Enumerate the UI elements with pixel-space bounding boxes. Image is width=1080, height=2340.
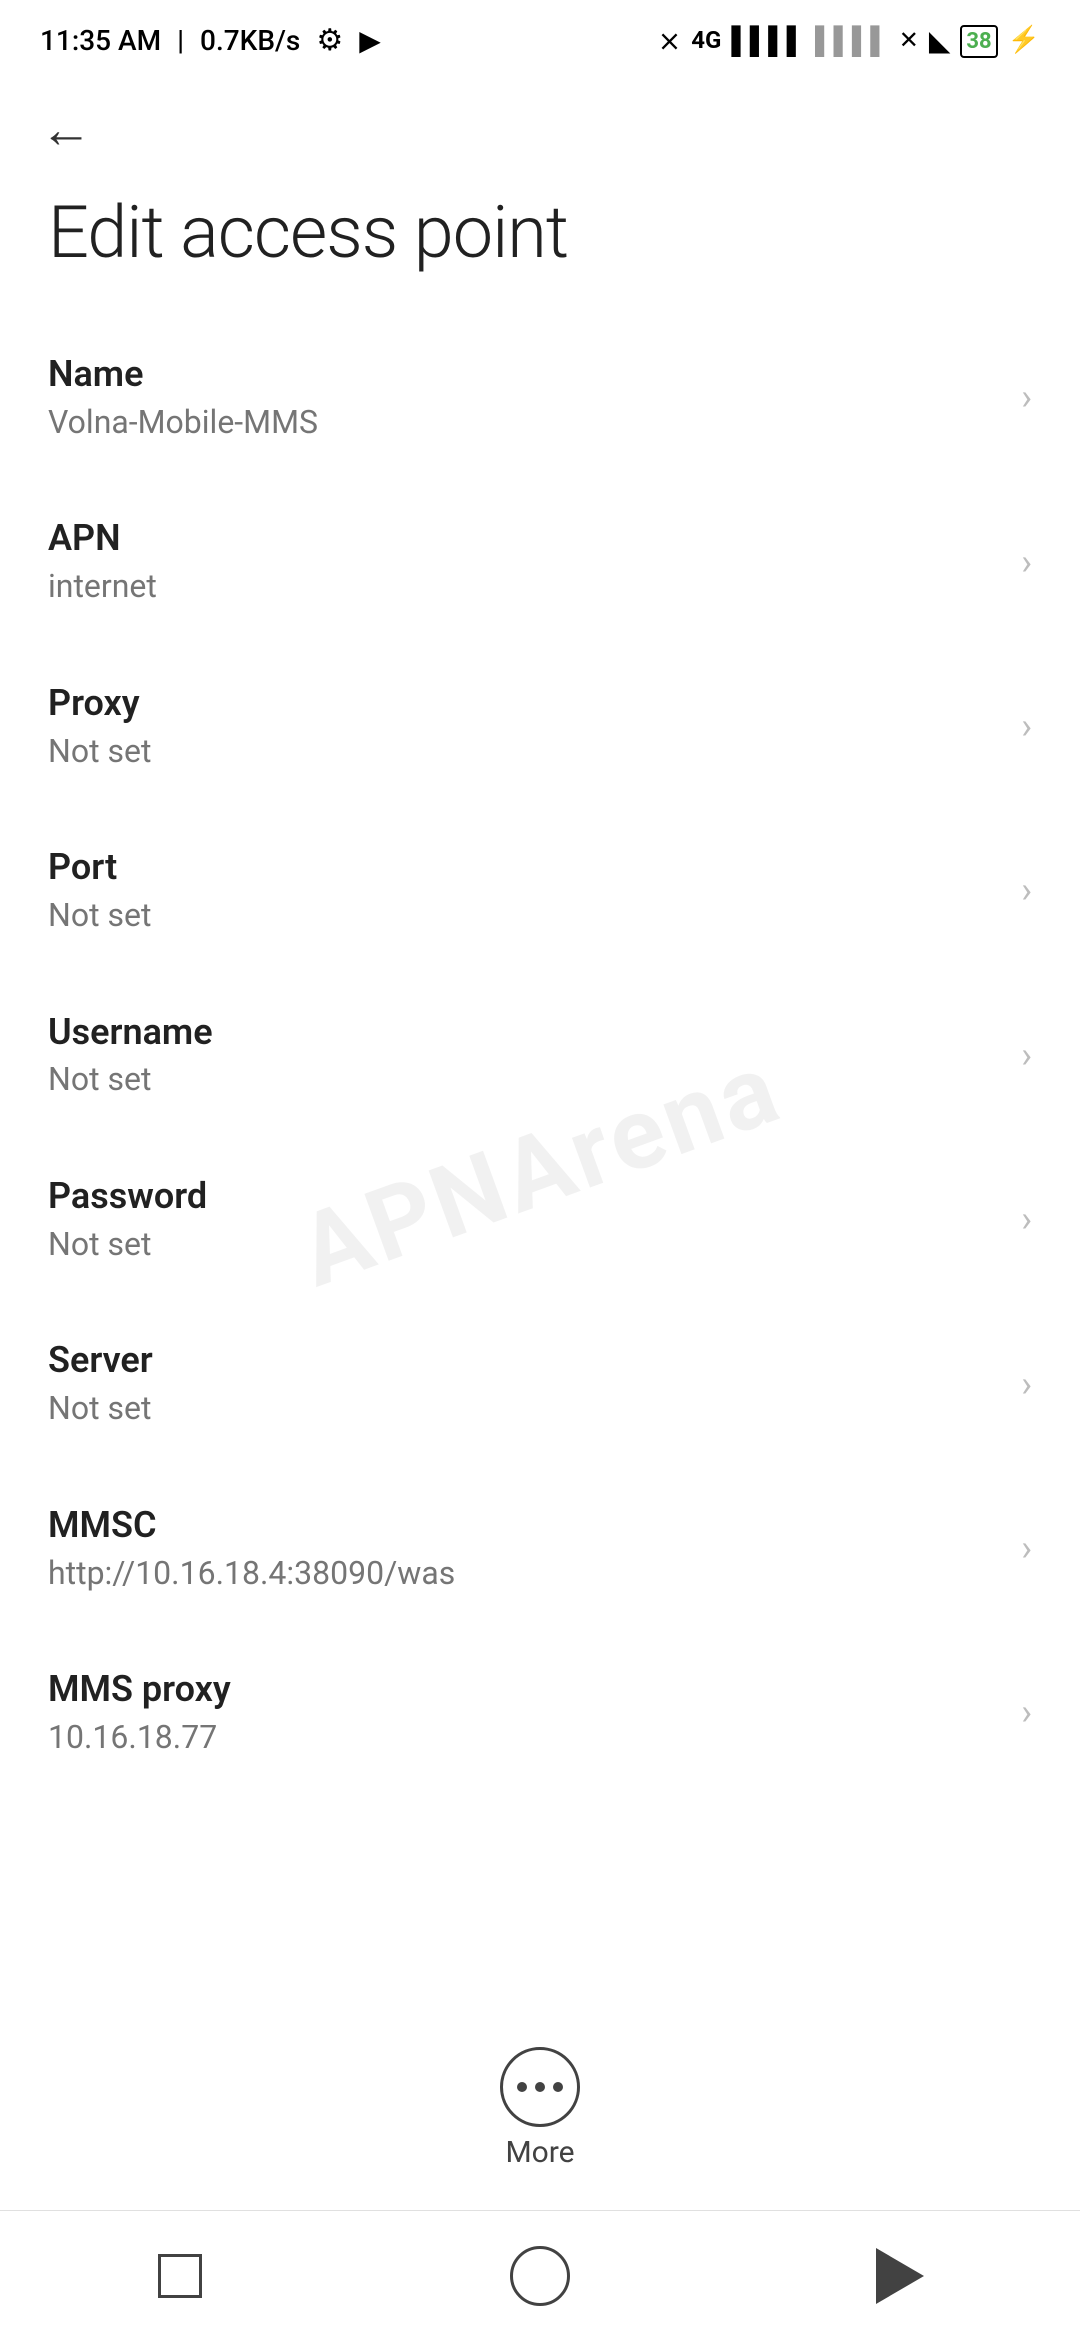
battery-level: 38 (960, 25, 997, 58)
battery-icon: 38 (960, 22, 997, 58)
settings-item-proxy-content: Proxy Not set (48, 680, 1005, 772)
settings-item-port-value: Not set (48, 895, 1005, 937)
settings-item-password[interactable]: Password Not set › (0, 1137, 1080, 1301)
signal-bars-2-icon: ▌▌▌▌ (815, 25, 889, 56)
nav-bar (0, 2210, 1080, 2340)
toolbar: ← (0, 80, 1080, 180)
settings-item-name-value: Volna-Mobile-MMS (48, 402, 1005, 444)
settings-item-server-content: Server Not set (48, 1337, 1005, 1429)
settings-icon: ⚙ (316, 23, 343, 58)
settings-item-port-content: Port Not set (48, 844, 1005, 936)
settings-item-mms-proxy[interactable]: MMS proxy 10.16.18.77 › (0, 1630, 1080, 1794)
settings-item-name[interactable]: Name Volna-Mobile-MMS › (0, 315, 1080, 479)
settings-item-mms-proxy-value: 10.16.18.77 (48, 1717, 1005, 1759)
chevron-right-icon-port: › (1021, 869, 1032, 911)
chevron-right-icon-server: › (1021, 1363, 1032, 1405)
nav-back-button[interactable] (840, 2236, 960, 2316)
settings-item-apn[interactable]: APN internet › (0, 479, 1080, 643)
signal-bars-icon: ▌▌▌▌ (731, 25, 805, 56)
settings-item-mmsc[interactable]: MMSC http://10.16.18.4:38090/was › (0, 1466, 1080, 1630)
video-icon: ▶ (359, 24, 381, 57)
settings-item-username[interactable]: Username Not set › (0, 973, 1080, 1137)
more-button[interactable]: More (480, 2037, 600, 2180)
settings-item-password-label: Password (48, 1173, 1005, 1220)
network-speed: 0.7KB/s (200, 24, 300, 57)
settings-item-apn-label: APN (48, 515, 1005, 562)
settings-item-username-value: Not set (48, 1059, 1005, 1101)
separator: | (177, 24, 184, 57)
nav-recent-apps-button[interactable] (120, 2236, 240, 2316)
back-button[interactable]: ← (40, 104, 92, 156)
signal-4g-icon: 4G (691, 26, 721, 54)
wifi-icon: ◣ (929, 24, 951, 57)
chevron-right-icon-mms-proxy: › (1021, 1691, 1032, 1733)
settings-item-apn-content: APN internet (48, 515, 1005, 607)
chevron-right-icon-proxy: › (1021, 705, 1032, 747)
back-icon (876, 2248, 924, 2304)
settings-item-password-content: Password Not set (48, 1173, 1005, 1265)
chevron-right-icon-apn: › (1021, 541, 1032, 583)
settings-item-server-label: Server (48, 1337, 1005, 1384)
chevron-right-icon-password: › (1021, 1198, 1032, 1240)
more-section: More (0, 2037, 1080, 2180)
settings-item-server-value: Not set (48, 1388, 1005, 1430)
settings-item-port-label: Port (48, 844, 1005, 891)
recent-apps-icon (158, 2254, 202, 2298)
more-dots-icon (517, 2082, 563, 2092)
bluetooth-icon: ⨯ (658, 24, 681, 57)
settings-item-server[interactable]: Server Not set › (0, 1301, 1080, 1465)
settings-item-proxy-value: Not set (48, 731, 1005, 773)
more-dot-2 (535, 2082, 545, 2092)
settings-list: Name Volna-Mobile-MMS › APN internet › P… (0, 315, 1080, 1795)
settings-item-proxy-label: Proxy (48, 680, 1005, 727)
status-left: 11:35 AM | 0.7KB/s ⚙ ▶ (40, 23, 381, 58)
more-dot-3 (553, 2082, 563, 2092)
settings-item-username-content: Username Not set (48, 1009, 1005, 1101)
chevron-right-icon-mmsc: › (1021, 1527, 1032, 1569)
nav-home-button[interactable] (480, 2236, 600, 2316)
settings-item-name-content: Name Volna-Mobile-MMS (48, 351, 1005, 443)
more-label: More (505, 2135, 574, 2170)
settings-item-port[interactable]: Port Not set › (0, 808, 1080, 972)
more-circle-icon (500, 2047, 580, 2127)
time-display: 11:35 AM (40, 24, 161, 57)
page-title: Edit access point (0, 180, 1080, 315)
home-icon (510, 2246, 570, 2306)
signal-x-icon: ✕ (899, 26, 919, 54)
settings-item-mmsc-value: http://10.16.18.4:38090/was (48, 1553, 1005, 1595)
settings-item-mms-proxy-label: MMS proxy (48, 1666, 1005, 1713)
more-dot-1 (517, 2082, 527, 2092)
settings-item-username-label: Username (48, 1009, 1005, 1056)
settings-item-apn-value: internet (48, 566, 1005, 608)
chevron-right-icon-username: › (1021, 1034, 1032, 1076)
settings-item-proxy[interactable]: Proxy Not set › (0, 644, 1080, 808)
status-right: ⨯ 4G ▌▌▌▌ ▌▌▌▌ ✕ ◣ 38 ⚡ (658, 22, 1040, 58)
settings-item-mmsc-content: MMSC http://10.16.18.4:38090/was (48, 1502, 1005, 1594)
settings-item-name-label: Name (48, 351, 1005, 398)
settings-item-password-value: Not set (48, 1224, 1005, 1266)
chevron-right-icon-name: › (1021, 376, 1032, 418)
settings-item-mms-proxy-content: MMS proxy 10.16.18.77 (48, 1666, 1005, 1758)
charging-icon: ⚡ (1008, 25, 1040, 55)
settings-item-mmsc-label: MMSC (48, 1502, 1005, 1549)
status-bar: 11:35 AM | 0.7KB/s ⚙ ▶ ⨯ 4G ▌▌▌▌ ▌▌▌▌ ✕ … (0, 0, 1080, 80)
